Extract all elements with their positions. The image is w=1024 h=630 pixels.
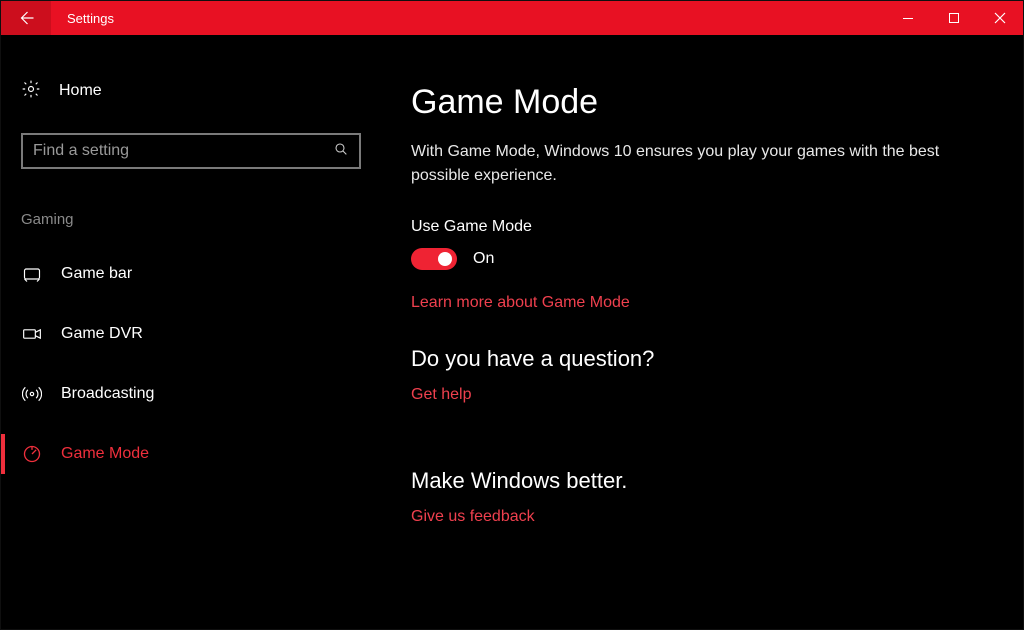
search-icon (333, 141, 349, 162)
maximize-button[interactable] (931, 1, 977, 35)
page-description: With Game Mode, Windows 10 ensures you p… (411, 140, 951, 188)
arrow-left-icon (17, 9, 35, 27)
toggle-label: Use Game Mode (411, 218, 963, 236)
settings-window: Settings Home (0, 0, 1024, 630)
game-dvr-icon (21, 324, 43, 344)
game-mode-toggle[interactable] (411, 248, 457, 270)
learn-more-link[interactable]: Learn more about Game Mode (411, 294, 630, 312)
sidebar: Home Gaming Game bar (1, 35, 381, 629)
better-heading: Make Windows better. (411, 468, 963, 494)
content: Game Mode With Game Mode, Windows 10 ens… (381, 35, 1023, 629)
get-help-link[interactable]: Get help (411, 386, 471, 404)
broadcasting-icon (21, 384, 43, 404)
sidebar-item-label: Game Mode (61, 445, 149, 463)
sidebar-item-broadcasting[interactable]: Broadcasting (1, 364, 381, 424)
body: Home Gaming Game bar (1, 35, 1023, 629)
close-icon (994, 12, 1006, 24)
home-button[interactable]: Home (1, 71, 381, 111)
sidebar-item-game-dvr[interactable]: Game DVR (1, 304, 381, 364)
gear-icon (21, 79, 41, 104)
question-heading: Do you have a question? (411, 346, 963, 372)
category-label: Gaming (21, 211, 381, 228)
page-title: Game Mode (411, 83, 963, 122)
sidebar-item-game-mode[interactable]: Game Mode (1, 424, 381, 484)
search-box[interactable] (21, 133, 361, 169)
maximize-icon (948, 12, 960, 24)
minimize-icon (902, 12, 914, 24)
toggle-knob (438, 252, 452, 266)
back-button[interactable] (1, 1, 51, 35)
sidebar-item-label: Game DVR (61, 325, 143, 343)
sidebar-item-game-bar[interactable]: Game bar (1, 244, 381, 304)
nav: Game bar Game DVR Broadcasting (1, 244, 381, 484)
close-button[interactable] (977, 1, 1023, 35)
sidebar-item-label: Broadcasting (61, 385, 154, 403)
search-container (21, 133, 361, 169)
feedback-link[interactable]: Give us feedback (411, 508, 535, 526)
minimize-button[interactable] (885, 1, 931, 35)
titlebar: Settings (1, 1, 1023, 35)
sidebar-item-label: Game bar (61, 265, 132, 283)
game-bar-icon (21, 264, 43, 284)
home-label: Home (59, 82, 102, 100)
toggle-state: On (473, 250, 494, 268)
window-title: Settings (51, 1, 885, 35)
game-mode-icon (21, 444, 43, 464)
toggle-row: On (411, 248, 963, 270)
search-input[interactable] (33, 142, 333, 160)
